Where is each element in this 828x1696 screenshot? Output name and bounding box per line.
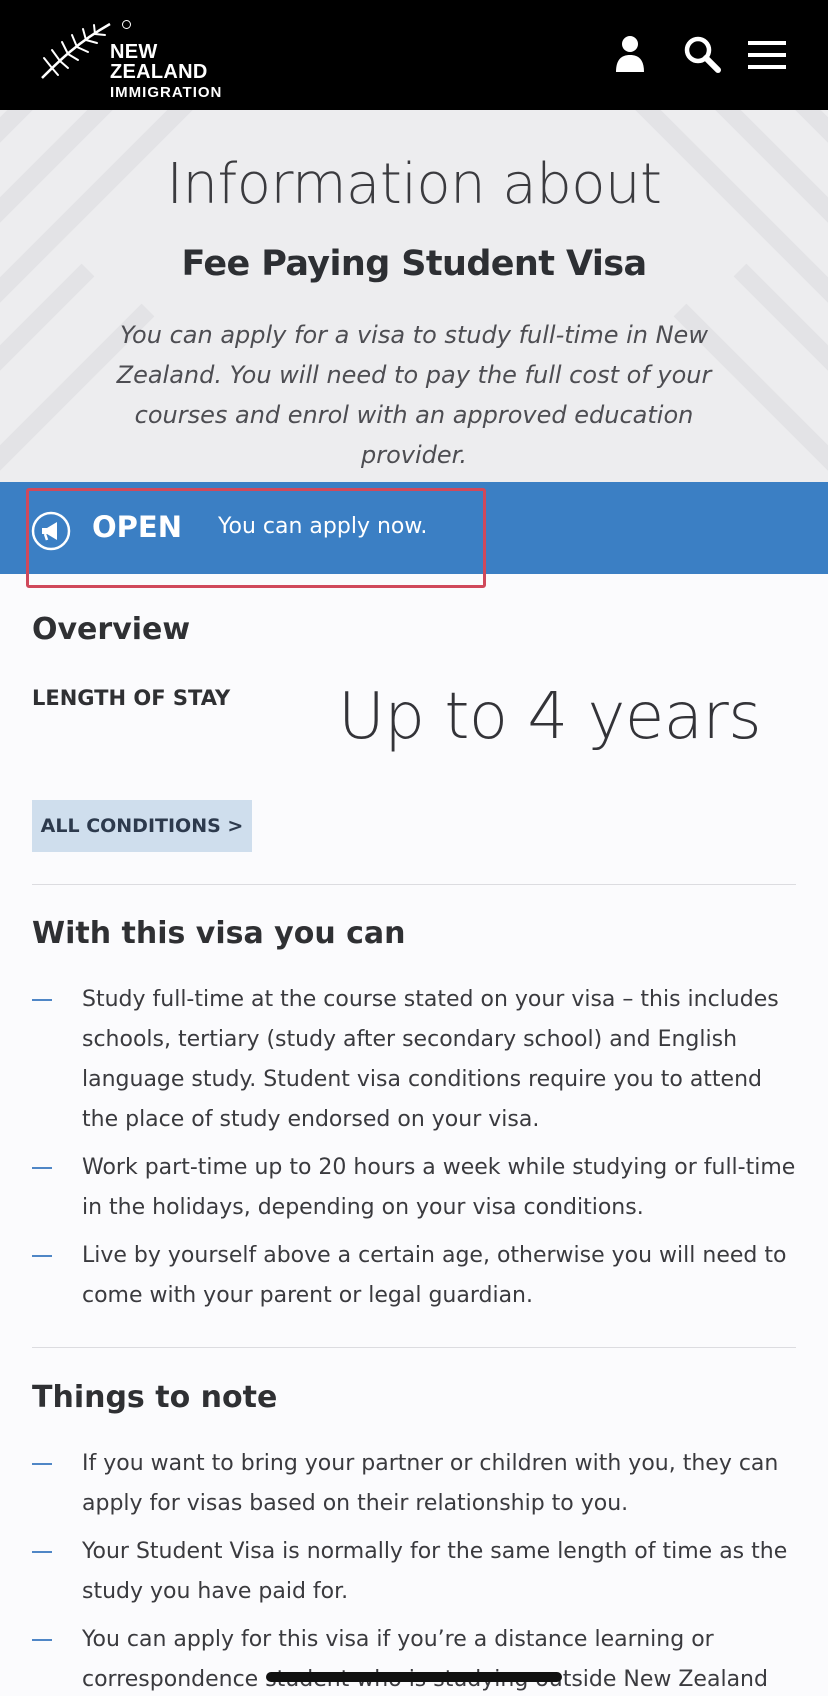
user-icon[interactable] — [607, 32, 653, 78]
list-item: Live by yourself above a certain age, ot… — [32, 1236, 804, 1316]
search-icon[interactable] — [680, 32, 726, 78]
home-indicator[interactable] — [266, 1672, 562, 1682]
brand-line-1: NEW ZEALAND — [110, 41, 208, 83]
length-of-stay-label: LENGTH OF STAY — [32, 686, 231, 710]
site-header: NEW ZEALAND IMMIGRATION — [0, 0, 828, 110]
overview-heading: Overview — [32, 612, 191, 647]
fern-logo-icon — [41, 22, 111, 79]
dash-icon — [32, 1463, 52, 1465]
list-item-text: Your Student Visa is normally for the sa… — [82, 1539, 788, 1604]
list-item-text: Live by yourself above a certain age, ot… — [82, 1243, 787, 1308]
all-conditions-button[interactable]: ALL CONDITIONS > — [32, 800, 252, 852]
list-item-text: Work part-time up to 20 hours a week whi… — [82, 1155, 796, 1220]
hero-intro: Information about — [166, 152, 662, 217]
brand-line-2: IMMIGRATION — [110, 84, 223, 101]
menu-icon[interactable] — [745, 32, 791, 78]
trademark-icon — [122, 20, 131, 29]
dash-icon — [32, 1639, 52, 1641]
list-item-text: Study full-time at the course stated on … — [82, 987, 779, 1132]
things-to-note-heading: Things to note — [32, 1380, 278, 1415]
list-item: Your Student Visa is normally for the sa… — [32, 1532, 804, 1612]
list-item: You can apply for this visa if you’re a … — [32, 1620, 804, 1696]
divider — [32, 884, 796, 885]
divider — [32, 1347, 796, 1348]
dash-icon — [32, 1255, 52, 1257]
list-item-text: If you want to bring your partner or chi… — [82, 1451, 779, 1516]
dash-icon — [32, 1551, 52, 1553]
page: NEW ZEALAND IMMIGRATION Information abou… — [0, 0, 828, 1696]
things-to-note-list: If you want to bring your partner or chi… — [32, 1444, 804, 1696]
list-item: Study full-time at the course stated on … — [32, 980, 804, 1140]
dash-icon — [32, 1167, 52, 1169]
dash-icon — [32, 999, 52, 1001]
highlight-annotation — [26, 488, 486, 588]
list-item: Work part-time up to 20 hours a week whi… — [32, 1148, 804, 1228]
brand-text: NEW ZEALAND IMMIGRATION — [110, 42, 258, 100]
length-of-stay-value: Up to 4 years — [338, 680, 762, 754]
site-logo[interactable]: NEW ZEALAND IMMIGRATION — [38, 18, 258, 100]
list-item: If you want to bring your partner or chi… — [32, 1444, 804, 1524]
page-title: Fee Paying Student Visa — [181, 244, 648, 284]
hero-description: You can apply for a visa to study full-t… — [116, 321, 712, 469]
list-item-text: You can apply for this visa if you’re a … — [82, 1627, 768, 1692]
with-visa-list: Study full-time at the course stated on … — [32, 980, 804, 1324]
with-visa-heading: With this visa you can — [32, 916, 406, 951]
hero-section: Information about Fee Paying Student Vis… — [0, 110, 828, 482]
